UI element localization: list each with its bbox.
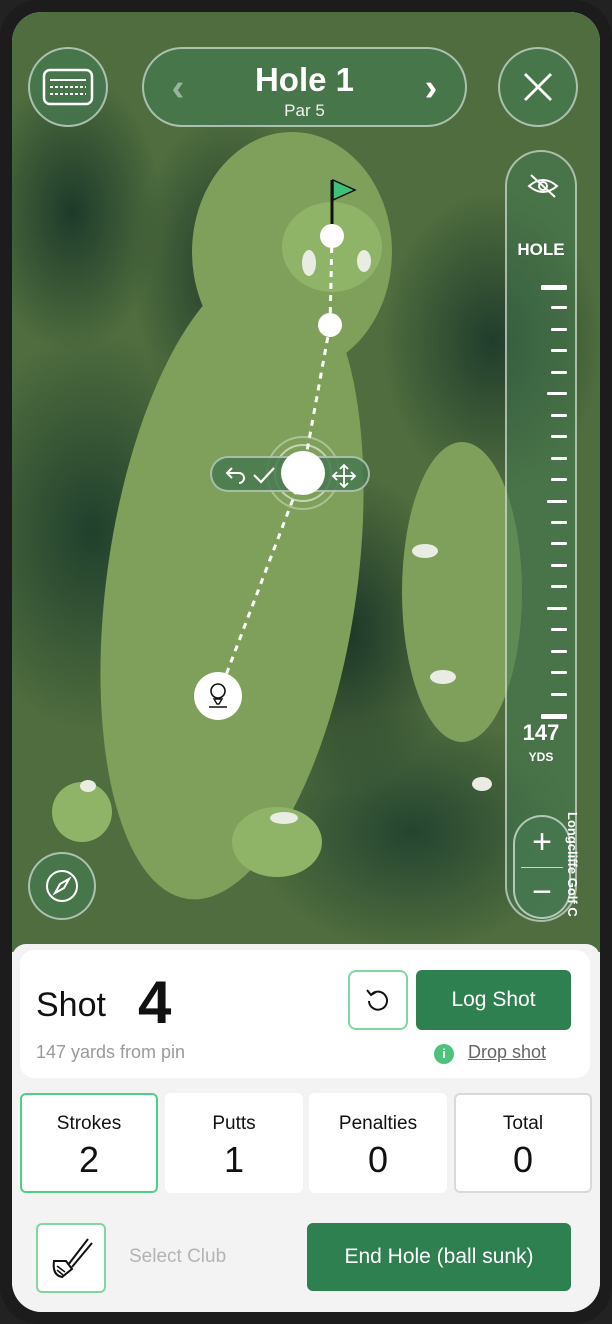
shot-panel: Shot 4 147 yards from pin Log Shot i Dro… xyxy=(12,944,600,1312)
scale-tick xyxy=(551,349,567,353)
scale-tick xyxy=(551,520,567,524)
stat-strokes[interactable]: Strokes 2 xyxy=(20,1093,158,1193)
zoom-control: + − xyxy=(513,815,571,919)
undo-icon[interactable] xyxy=(224,465,246,485)
select-club-label[interactable]: Select Club xyxy=(129,1246,226,1268)
golf-club-icon xyxy=(52,1238,93,1279)
scale-tick xyxy=(547,392,567,396)
move-icon[interactable] xyxy=(330,462,358,490)
scale-tick xyxy=(551,435,567,439)
hole-navigator: ‹ Hole 1 Par 5 › xyxy=(142,47,467,127)
end-hole-button[interactable]: End Hole (ball sunk) xyxy=(307,1223,571,1291)
app-screen: ‹ Hole 1 Par 5 › HOLE 147 YDS + − Longcl… xyxy=(12,12,600,1312)
stat-value: 1 xyxy=(223,1139,245,1180)
chevron-right-icon[interactable]: › xyxy=(411,63,451,113)
drop-shot-link[interactable]: Drop shot xyxy=(468,1042,546,1063)
stat-total: Total 0 xyxy=(454,1093,592,1193)
tee-marker[interactable] xyxy=(194,672,242,720)
shot-card: Shot 4 147 yards from pin Log Shot i Dro… xyxy=(20,950,590,1078)
scale-tick xyxy=(541,285,567,290)
scale-tick xyxy=(551,649,567,653)
stat-label: Putts xyxy=(212,1113,256,1134)
flag-icon xyxy=(330,178,357,224)
compass-button[interactable] xyxy=(28,852,96,920)
close-button[interactable] xyxy=(498,47,578,127)
shot-label: Shot xyxy=(36,986,106,1024)
scale-tick xyxy=(551,628,567,632)
scale-tick xyxy=(551,370,567,374)
scale-tick xyxy=(551,585,567,589)
check-icon[interactable] xyxy=(252,465,276,485)
scale-tick xyxy=(551,306,567,310)
pin-marker[interactable] xyxy=(320,224,344,248)
stat-value: 0 xyxy=(367,1139,389,1180)
compass-icon xyxy=(46,870,78,902)
log-shot-button[interactable]: Log Shot xyxy=(416,970,571,1030)
reset-shot-button[interactable] xyxy=(348,970,408,1030)
stat-label: Strokes xyxy=(56,1113,122,1134)
reset-icon xyxy=(366,989,388,1011)
waypoint-marker[interactable] xyxy=(318,313,342,337)
scale-tick xyxy=(547,499,567,503)
distance-rangefinder: HOLE 147 YDS + − xyxy=(505,150,577,922)
scale-tick xyxy=(551,692,567,696)
stat-label: Total xyxy=(502,1113,544,1134)
select-club-button[interactable] xyxy=(36,1223,106,1293)
device-frame: ‹ Hole 1 Par 5 › HOLE 147 YDS + − Longcl… xyxy=(0,0,612,1324)
scorecard-button[interactable] xyxy=(28,47,108,127)
scale-tick xyxy=(551,542,567,546)
course-map[interactable]: ‹ Hole 1 Par 5 › HOLE 147 YDS + − Longcl… xyxy=(12,12,600,952)
zoom-out-button[interactable]: − xyxy=(515,867,569,917)
stat-label: Penalties xyxy=(338,1113,418,1134)
scale-tick xyxy=(551,563,567,567)
scale-tick xyxy=(551,456,567,460)
shot-number: 4 xyxy=(138,969,172,1036)
rangefinder-hole-label: HOLE xyxy=(517,240,565,259)
distance-unit: YDS xyxy=(528,750,554,764)
yards-from-pin: 147 yards from pin xyxy=(36,1042,186,1062)
stat-value: 2 xyxy=(78,1139,100,1180)
scale-tick xyxy=(551,413,567,417)
map-credit: Longcliffe Golf C xyxy=(565,812,580,917)
scale-tick xyxy=(551,478,567,482)
info-icon[interactable]: i xyxy=(434,1044,454,1064)
scale-tick xyxy=(547,606,567,610)
golf-tee-icon xyxy=(209,683,227,708)
distance-value: 147 xyxy=(522,720,560,745)
close-icon xyxy=(524,73,552,101)
stat-value: 0 xyxy=(512,1139,534,1180)
ball-position-marker[interactable] xyxy=(281,451,325,495)
eye-off-icon[interactable] xyxy=(526,172,560,200)
scale-tick xyxy=(541,714,567,719)
scale-tick xyxy=(551,327,567,331)
scorecard-icon xyxy=(42,68,94,106)
zoom-in-button[interactable]: + xyxy=(515,817,569,867)
scale-tick xyxy=(551,671,567,675)
stat-putts[interactable]: Putts 1 xyxy=(165,1093,303,1193)
stat-penalties[interactable]: Penalties 0 xyxy=(309,1093,447,1193)
